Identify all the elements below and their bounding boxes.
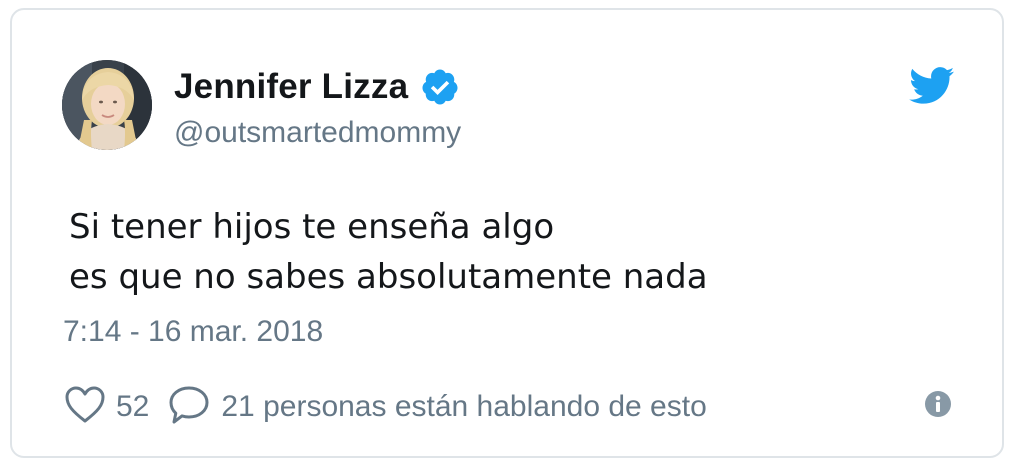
tweet-card: Jennifer Lizza @outsmartedmommy Si tener… <box>10 8 1004 458</box>
tweet-text-line-2: es que no sabes absolutamente nada <box>69 257 708 297</box>
tweet-text: Si tener hijos te enseña algo es que no … <box>69 202 708 302</box>
tweet-timestamp[interactable]: 7:14 - 16 mar. 2018 <box>63 315 323 349</box>
like-count[interactable]: 52 <box>116 390 149 424</box>
info-icon[interactable] <box>924 390 952 418</box>
heart-icon[interactable] <box>64 385 106 430</box>
tweet-actions: 52 21 personas están hablando de esto <box>64 384 707 430</box>
avatar-photo <box>62 60 152 150</box>
tweet-text-line-1: Si tener hijos te enseña algo <box>69 207 555 247</box>
twitter-bird-icon[interactable] <box>909 67 955 105</box>
conversation-count[interactable]: 21 personas están hablando de esto <box>221 390 706 424</box>
author-handle[interactable]: @outsmartedmommy <box>174 116 461 150</box>
verified-badge-icon <box>420 67 460 107</box>
author-display-name[interactable]: Jennifer Lizza <box>174 67 408 107</box>
speech-bubble-icon[interactable] <box>167 384 211 431</box>
author-row: Jennifer Lizza <box>174 64 460 110</box>
avatar[interactable] <box>62 60 152 150</box>
